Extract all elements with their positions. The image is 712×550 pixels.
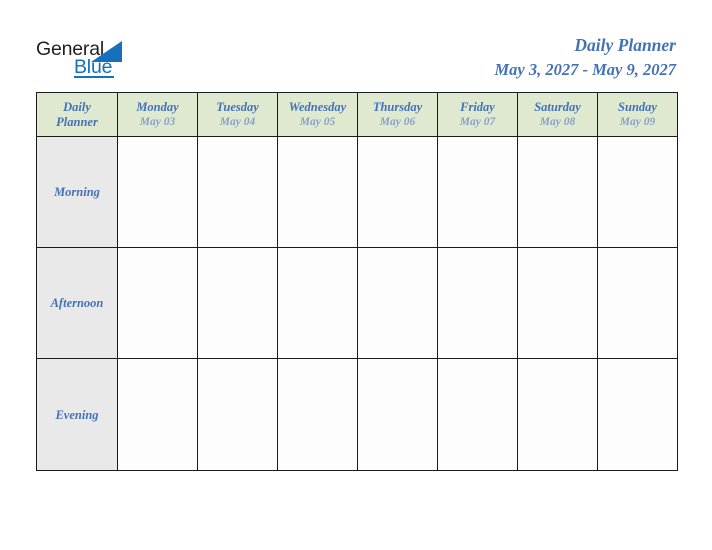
column-header-saturday: Saturday May 08 xyxy=(517,92,598,137)
column-header-thursday: Thursday May 06 xyxy=(357,92,438,137)
slot-afternoon-friday[interactable] xyxy=(437,247,518,359)
slot-evening-friday[interactable] xyxy=(437,358,518,471)
logo-underline xyxy=(74,76,114,78)
planner-table: Daily Planner Monday May 03 Tuesday May … xyxy=(36,92,678,471)
slot-morning-friday[interactable] xyxy=(437,136,518,248)
planner-header-row: Daily Planner Monday May 03 Tuesday May … xyxy=(36,92,678,137)
planner-row-morning: Morning xyxy=(36,136,678,248)
day-name-label: Sunday xyxy=(618,99,657,114)
slot-afternoon-saturday[interactable] xyxy=(517,247,598,359)
corner-label-line1: Daily xyxy=(63,99,91,114)
slot-evening-monday[interactable] xyxy=(117,358,198,471)
column-header-sunday: Sunday May 09 xyxy=(597,92,678,137)
slot-evening-tuesday[interactable] xyxy=(197,358,278,471)
slot-evening-saturday[interactable] xyxy=(517,358,598,471)
page-header: General Blue Daily Planner May 3, 2027 -… xyxy=(0,0,712,92)
slot-afternoon-wednesday[interactable] xyxy=(277,247,358,359)
slot-afternoon-monday[interactable] xyxy=(117,247,198,359)
planner-row-evening: Evening xyxy=(36,358,678,471)
planner-row-afternoon: Afternoon xyxy=(36,247,678,359)
period-label-text: Evening xyxy=(55,407,99,422)
slot-afternoon-sunday[interactable] xyxy=(597,247,678,359)
day-date-label: May 03 xyxy=(139,115,176,128)
slot-afternoon-thursday[interactable] xyxy=(357,247,438,359)
day-name-label: Saturday xyxy=(534,99,581,114)
day-date-label: May 09 xyxy=(619,115,656,128)
day-date-label: May 06 xyxy=(379,115,416,128)
slot-evening-sunday[interactable] xyxy=(597,358,678,471)
day-name-label: Monday xyxy=(136,99,179,114)
column-header-friday: Friday May 07 xyxy=(437,92,518,137)
slot-morning-monday[interactable] xyxy=(117,136,198,248)
period-label-morning: Morning xyxy=(36,136,118,248)
period-label-afternoon: Afternoon xyxy=(36,247,118,359)
planner-corner-cell: Daily Planner xyxy=(36,92,118,137)
slot-morning-wednesday[interactable] xyxy=(277,136,358,248)
day-date-label: May 08 xyxy=(539,115,576,128)
period-label-text: Afternoon xyxy=(50,296,104,310)
date-range-label: May 3, 2027 - May 9, 2027 xyxy=(494,60,676,79)
corner-label-line2: Planner xyxy=(56,114,98,129)
logo-text-blue: Blue xyxy=(74,56,113,78)
slot-morning-sunday[interactable] xyxy=(597,136,678,248)
day-name-label: Friday xyxy=(460,99,495,114)
column-header-wednesday: Wednesday May 05 xyxy=(277,92,358,137)
slot-evening-wednesday[interactable] xyxy=(277,358,358,471)
slot-evening-thursday[interactable] xyxy=(357,358,438,471)
day-name-label: Tuesday xyxy=(216,99,259,114)
column-header-monday: Monday May 03 xyxy=(117,92,198,137)
day-name-label: Thursday xyxy=(372,99,423,114)
slot-afternoon-tuesday[interactable] xyxy=(197,247,278,359)
slot-morning-saturday[interactable] xyxy=(517,136,598,248)
slot-morning-thursday[interactable] xyxy=(357,136,438,248)
day-date-label: May 04 xyxy=(219,115,256,128)
column-header-tuesday: Tuesday May 04 xyxy=(197,92,278,137)
period-label-evening: Evening xyxy=(36,358,118,471)
day-date-label: May 05 xyxy=(299,115,336,128)
slot-morning-tuesday[interactable] xyxy=(197,136,278,248)
page-title: Daily Planner xyxy=(574,35,676,55)
day-name-label: Wednesday xyxy=(288,99,347,114)
title-block: Daily Planner May 3, 2027 - May 9, 2027 xyxy=(495,33,676,82)
general-blue-logo: General Blue xyxy=(36,38,156,84)
day-date-label: May 07 xyxy=(459,115,496,128)
period-label-text: Morning xyxy=(54,185,100,199)
